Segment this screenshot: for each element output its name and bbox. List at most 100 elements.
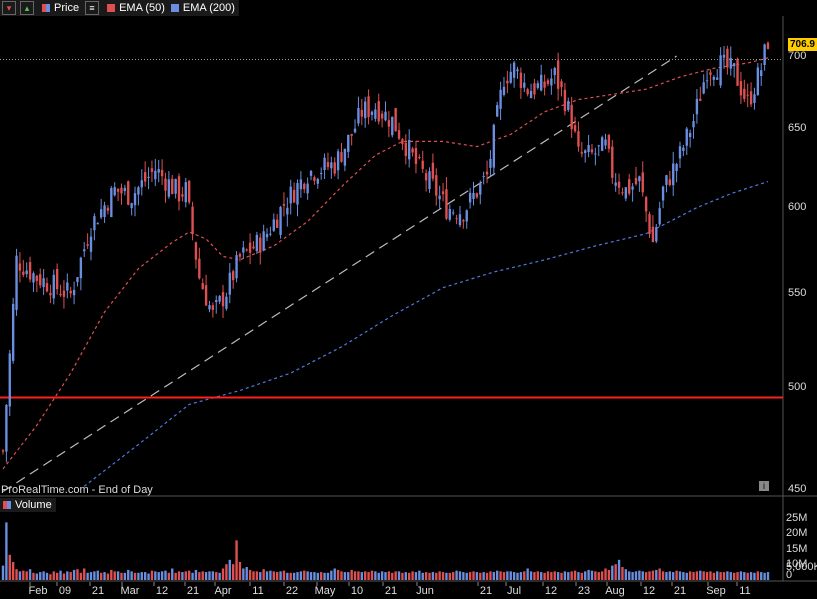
volume-bar <box>272 571 275 580</box>
candle-body <box>35 275 39 281</box>
candle-body <box>573 125 577 132</box>
volume-bar <box>340 571 343 580</box>
info-icon[interactable]: i <box>759 481 769 491</box>
candle-body <box>265 234 269 238</box>
volume-bar <box>275 572 279 580</box>
volume-bar <box>519 572 523 580</box>
volume-bar <box>11 562 15 580</box>
candle-body <box>411 148 414 153</box>
candle-body <box>502 86 506 95</box>
candle-body <box>445 189 448 219</box>
volume-bar <box>492 572 496 580</box>
volume-pane[interactable] <box>0 497 783 581</box>
candle-body <box>597 145 600 147</box>
volume-label: Volume <box>15 499 52 511</box>
volume-bar <box>418 570 421 580</box>
candle-body <box>648 214 651 234</box>
volume-bar <box>137 572 140 580</box>
candle-body <box>756 67 760 95</box>
candle-body <box>468 192 472 203</box>
volume-bar <box>567 572 570 580</box>
volume-bar <box>749 572 753 580</box>
volume-bar <box>472 571 475 580</box>
candle-body <box>678 146 682 159</box>
time-tick-label: Jun <box>416 585 434 597</box>
volume-bar <box>756 571 760 580</box>
candle-body <box>18 263 22 271</box>
candle-body <box>749 91 753 105</box>
volume-bar <box>397 571 401 580</box>
candle-body <box>404 142 407 156</box>
volume-bar <box>225 564 228 580</box>
volume-bar <box>357 571 360 580</box>
time-tick-label: Aug <box>605 585 625 597</box>
candle-body <box>675 164 678 172</box>
volume-bar <box>69 572 72 580</box>
candle-body <box>621 192 624 194</box>
candle-body <box>543 81 546 88</box>
list-icon[interactable]: ≡ <box>85 1 100 15</box>
volume-bar <box>543 572 546 580</box>
volume-bar <box>231 564 235 580</box>
candle-body <box>116 188 120 192</box>
candle-body <box>143 172 147 182</box>
expand-icon[interactable]: ▴ <box>20 1 34 15</box>
candle-body <box>607 135 611 149</box>
candle-body <box>716 77 719 80</box>
candle-body <box>52 274 55 299</box>
candle-body <box>22 271 25 275</box>
volume-bar <box>316 572 319 580</box>
candle-body <box>154 170 157 180</box>
price-pane[interactable] <box>0 16 783 495</box>
price-chart[interactable]: 700650600550500450 25M20M15M10M5,000K0 F… <box>0 0 817 599</box>
candle-body <box>546 80 550 84</box>
candle-body <box>187 180 191 203</box>
volume-bar <box>739 571 743 580</box>
candle-body <box>431 162 435 179</box>
candle-body <box>262 231 265 251</box>
candle-body <box>8 353 11 407</box>
candle-body <box>611 146 614 178</box>
volume-bar <box>760 572 763 580</box>
volume-bar <box>485 572 489 580</box>
volume-bar <box>326 572 330 580</box>
candle-body <box>628 179 631 194</box>
volume-bar <box>638 570 641 580</box>
candle-body <box>462 220 465 222</box>
candle-body <box>259 237 262 253</box>
candle-body <box>72 290 76 296</box>
volume-bar <box>384 572 387 580</box>
volume-bar <box>573 570 577 580</box>
candle-body <box>760 70 763 76</box>
volume-bar <box>614 564 617 580</box>
candle-body <box>722 54 726 58</box>
candle-body <box>604 139 607 146</box>
volume-bar <box>661 571 665 580</box>
volume-bar <box>438 571 441 580</box>
candle-body <box>709 72 712 75</box>
volume-bar <box>523 571 526 580</box>
candle-body <box>567 101 570 110</box>
volume-bar <box>699 570 702 580</box>
candle-body <box>28 262 32 280</box>
volume-bar <box>5 522 8 580</box>
candle-body <box>617 181 621 188</box>
candle-body <box>685 128 688 146</box>
candle-body <box>496 105 499 117</box>
legend-ema50: EMA (50) <box>119 2 165 14</box>
volume-bar <box>76 569 79 580</box>
candle-body <box>435 175 438 196</box>
volume-bar <box>1 565 5 580</box>
candle-body <box>242 247 245 253</box>
volume-bar <box>448 572 451 580</box>
volume-bar <box>66 571 69 580</box>
volume-bar <box>726 571 729 580</box>
candle-body <box>343 148 347 166</box>
candle-body <box>526 89 529 95</box>
close-icon[interactable]: ▾ <box>2 1 16 15</box>
volume-bar <box>634 571 638 580</box>
volume-bar <box>536 571 540 580</box>
candle-body <box>59 293 62 296</box>
volume-bar <box>194 569 198 580</box>
candle-body <box>441 191 445 195</box>
